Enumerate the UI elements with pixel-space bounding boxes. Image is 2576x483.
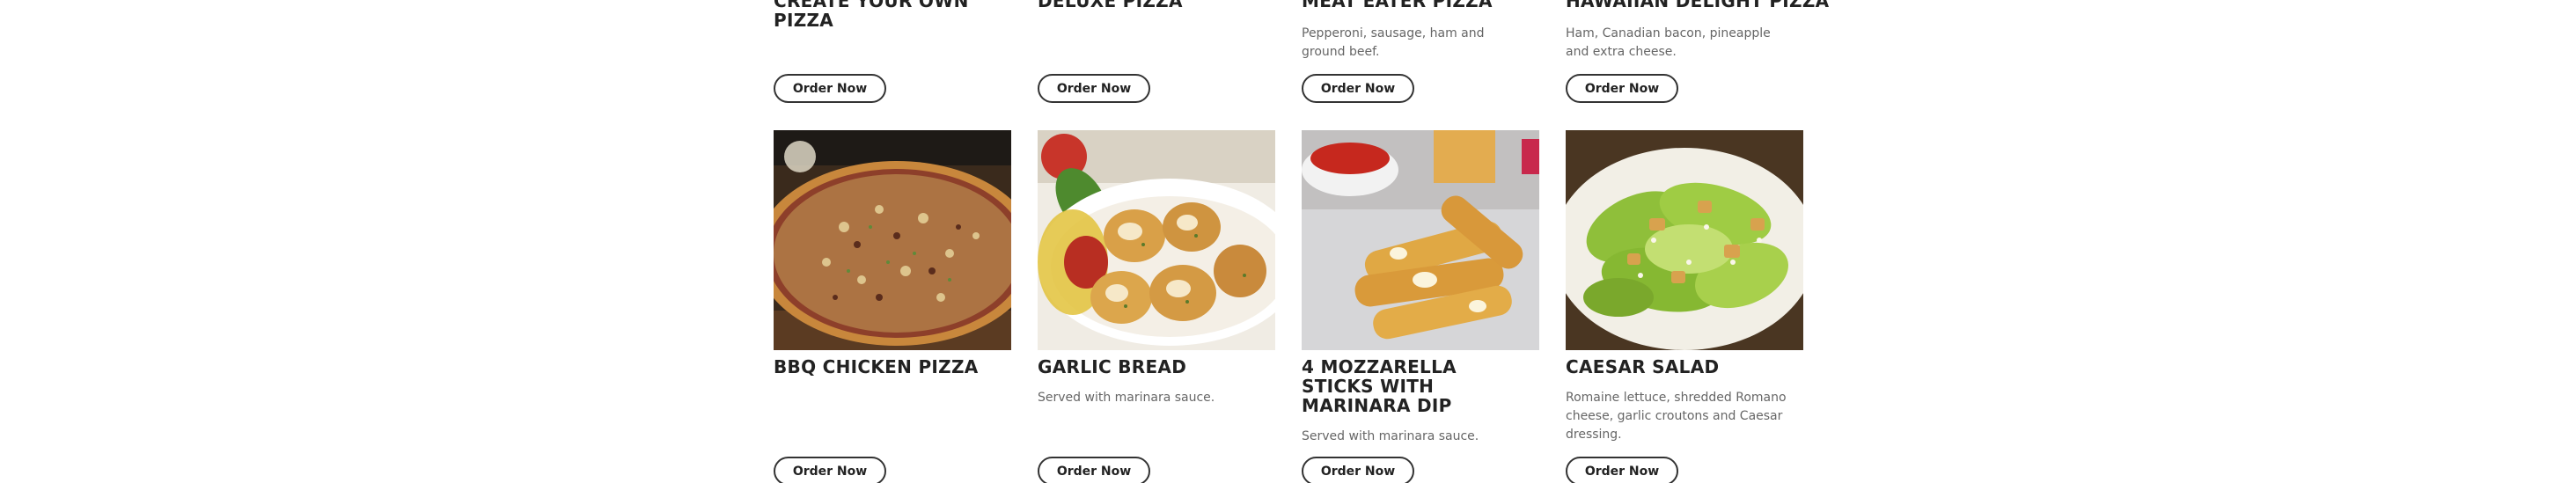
caesar-salad-photo [1566,130,1803,350]
menu-item-description: Served with marinara sauce. [1038,391,1215,405]
order-now-button[interactable]: Order Now [1566,457,1678,483]
order-now-button[interactable]: Order Now [1302,457,1414,483]
menu-item-description: Ham, Canadian bacon, pineapple and extra… [1566,26,1771,59]
order-now-button[interactable]: Order Now [774,457,886,483]
order-now-button[interactable]: Order Now [1566,74,1678,103]
garlic-bread-photo [1038,130,1275,350]
menu-item-description: Pepperoni, sausage, ham and ground beef. [1302,26,1485,59]
menu-item-title: GARLIC BREAD [1038,356,1187,377]
menu-item-title: CAESAR SALAD [1566,356,1720,377]
menu-item-title: MEAT EATER PIZZA [1302,0,1493,11]
menu-item-description: Served with marinara sauce. [1302,429,1479,443]
order-now-button[interactable]: Order Now [1038,74,1150,103]
mozzarella-sticks-photo [1302,130,1539,350]
menu-item-card: MEAT EATER PIZZA Pepperoni, sausage, ham… [1302,0,1539,62]
menu-item-title: HAWAIIAN DELIGHT PIZZA [1566,0,1830,11]
menu-item-card: 4 MOZZARELLA STICKS WITH MARINARA DIP Se… [1302,357,1539,446]
menu-item-title: DELUXE PIZZA [1038,0,1183,11]
menu-item-card: HAWAIIAN DELIGHT PIZZA Ham, Canadian bac… [1566,0,1829,62]
menu-item-card: GARLIC BREAD Served with marinara sauce. [1038,357,1275,407]
menu-item-card: CAESAR SALAD Romaine lettuce, shredded R… [1566,357,1803,444]
menu-item-title: 4 MOZZARELLA STICKS WITH MARINARA DIP [1302,356,1457,416]
order-now-button[interactable]: Order Now [1038,457,1150,483]
menu-item-title: CREATE YOUR OWN PIZZA [774,0,969,31]
menu-item-card: BBQ CHICKEN PIZZA [774,357,1011,377]
order-now-button[interactable]: Order Now [1302,74,1414,103]
menu-item-card: DELUXE PIZZA [1038,0,1275,11]
bbq-chicken-pizza-photo [774,130,1011,350]
menu-item-card: CREATE YOUR OWN PIZZA [774,0,1011,30]
menu-item-description: Romaine lettuce, shredded Romano cheese,… [1566,391,1787,442]
order-now-button[interactable]: Order Now [774,74,886,103]
menu-item-title: BBQ CHICKEN PIZZA [774,356,979,377]
menu-page: CREATE YOUR OWN PIZZA Order Now DELUXE P… [0,0,2576,483]
